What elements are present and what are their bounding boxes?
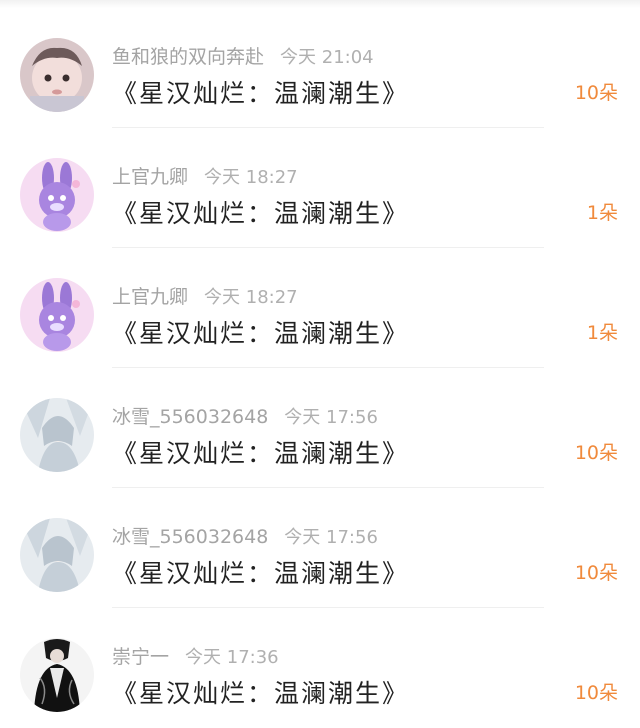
drama-title[interactable]: 《星汉灿烂：温澜潮生》 [112, 314, 409, 348]
list-item[interactable]: 上官九卿 今天 18:27 《星汉灿烂：温澜潮生》 1朵 [0, 128, 640, 248]
ice-figure-avatar-icon[interactable] [20, 398, 94, 472]
message-meta: 鱼和狼的双向奔赴 今天 21:04 [112, 42, 374, 68]
message-meta: 冰雪_556032648 今天 17:56 [112, 402, 378, 428]
username[interactable]: 冰雪_556032648 [112, 526, 268, 548]
drama-title[interactable]: 《星汉灿烂：温澜潮生》 [112, 194, 409, 228]
username[interactable]: 上官九卿 [112, 286, 188, 308]
list-item[interactable]: 鱼和狼的双向奔赴 今天 21:04 《星汉灿烂：温澜潮生》 10朵 [0, 8, 640, 128]
list-item[interactable]: 上官九卿 今天 18:27 《星汉灿烂：温澜潮生》 1朵 [0, 248, 640, 368]
list-item[interactable]: 崇宁一 今天 17:36 《星汉灿烂：温澜潮生》 10朵 [0, 608, 640, 728]
baby-avatar-icon[interactable] [20, 38, 94, 112]
timestamp: 今天 18:27 [204, 287, 298, 308]
drama-title[interactable]: 《星汉灿烂：温澜潮生》 [112, 74, 409, 108]
bunny-avatar-icon[interactable] [20, 158, 94, 232]
list-item[interactable]: 冰雪_556032648 今天 17:56 《星汉灿烂：温澜潮生》 10朵 [0, 368, 640, 488]
timestamp: 今天 17:56 [284, 527, 378, 548]
timestamp: 今天 17:56 [284, 407, 378, 428]
message-meta: 上官九卿 今天 18:27 [112, 162, 298, 188]
username[interactable]: 崇宁一 [112, 646, 169, 668]
username[interactable]: 鱼和狼的双向奔赴 [112, 46, 264, 68]
gift-count: 10朵 [574, 682, 618, 704]
drama-title[interactable]: 《星汉灿烂：温澜潮生》 [112, 674, 409, 708]
message-meta: 上官九卿 今天 18:27 [112, 282, 298, 308]
gift-count: 1朵 [586, 322, 618, 344]
drama-title[interactable]: 《星汉灿烂：温澜潮生》 [112, 554, 409, 588]
timestamp: 今天 21:04 [280, 47, 374, 68]
message-meta: 冰雪_556032648 今天 17:56 [112, 522, 378, 548]
username[interactable]: 冰雪_556032648 [112, 406, 268, 428]
timestamp: 今天 18:27 [204, 167, 298, 188]
gift-count: 10朵 [574, 562, 618, 584]
top-shadow [0, 0, 640, 8]
gift-count: 1朵 [586, 202, 618, 224]
timestamp: 今天 17:36 [185, 647, 279, 668]
drama-title[interactable]: 《星汉灿烂：温澜潮生》 [112, 434, 409, 468]
gift-count: 10朵 [574, 442, 618, 464]
ice-figure-avatar-icon[interactable] [20, 518, 94, 592]
gift-count: 10朵 [574, 82, 618, 104]
username[interactable]: 上官九卿 [112, 166, 188, 188]
message-meta: 崇宁一 今天 17:36 [112, 642, 279, 668]
bunny-avatar-icon[interactable] [20, 278, 94, 352]
list-item[interactable]: 冰雪_556032648 今天 17:56 《星汉灿烂：温澜潮生》 10朵 [0, 488, 640, 608]
dark-figure-avatar-icon[interactable] [20, 638, 94, 712]
